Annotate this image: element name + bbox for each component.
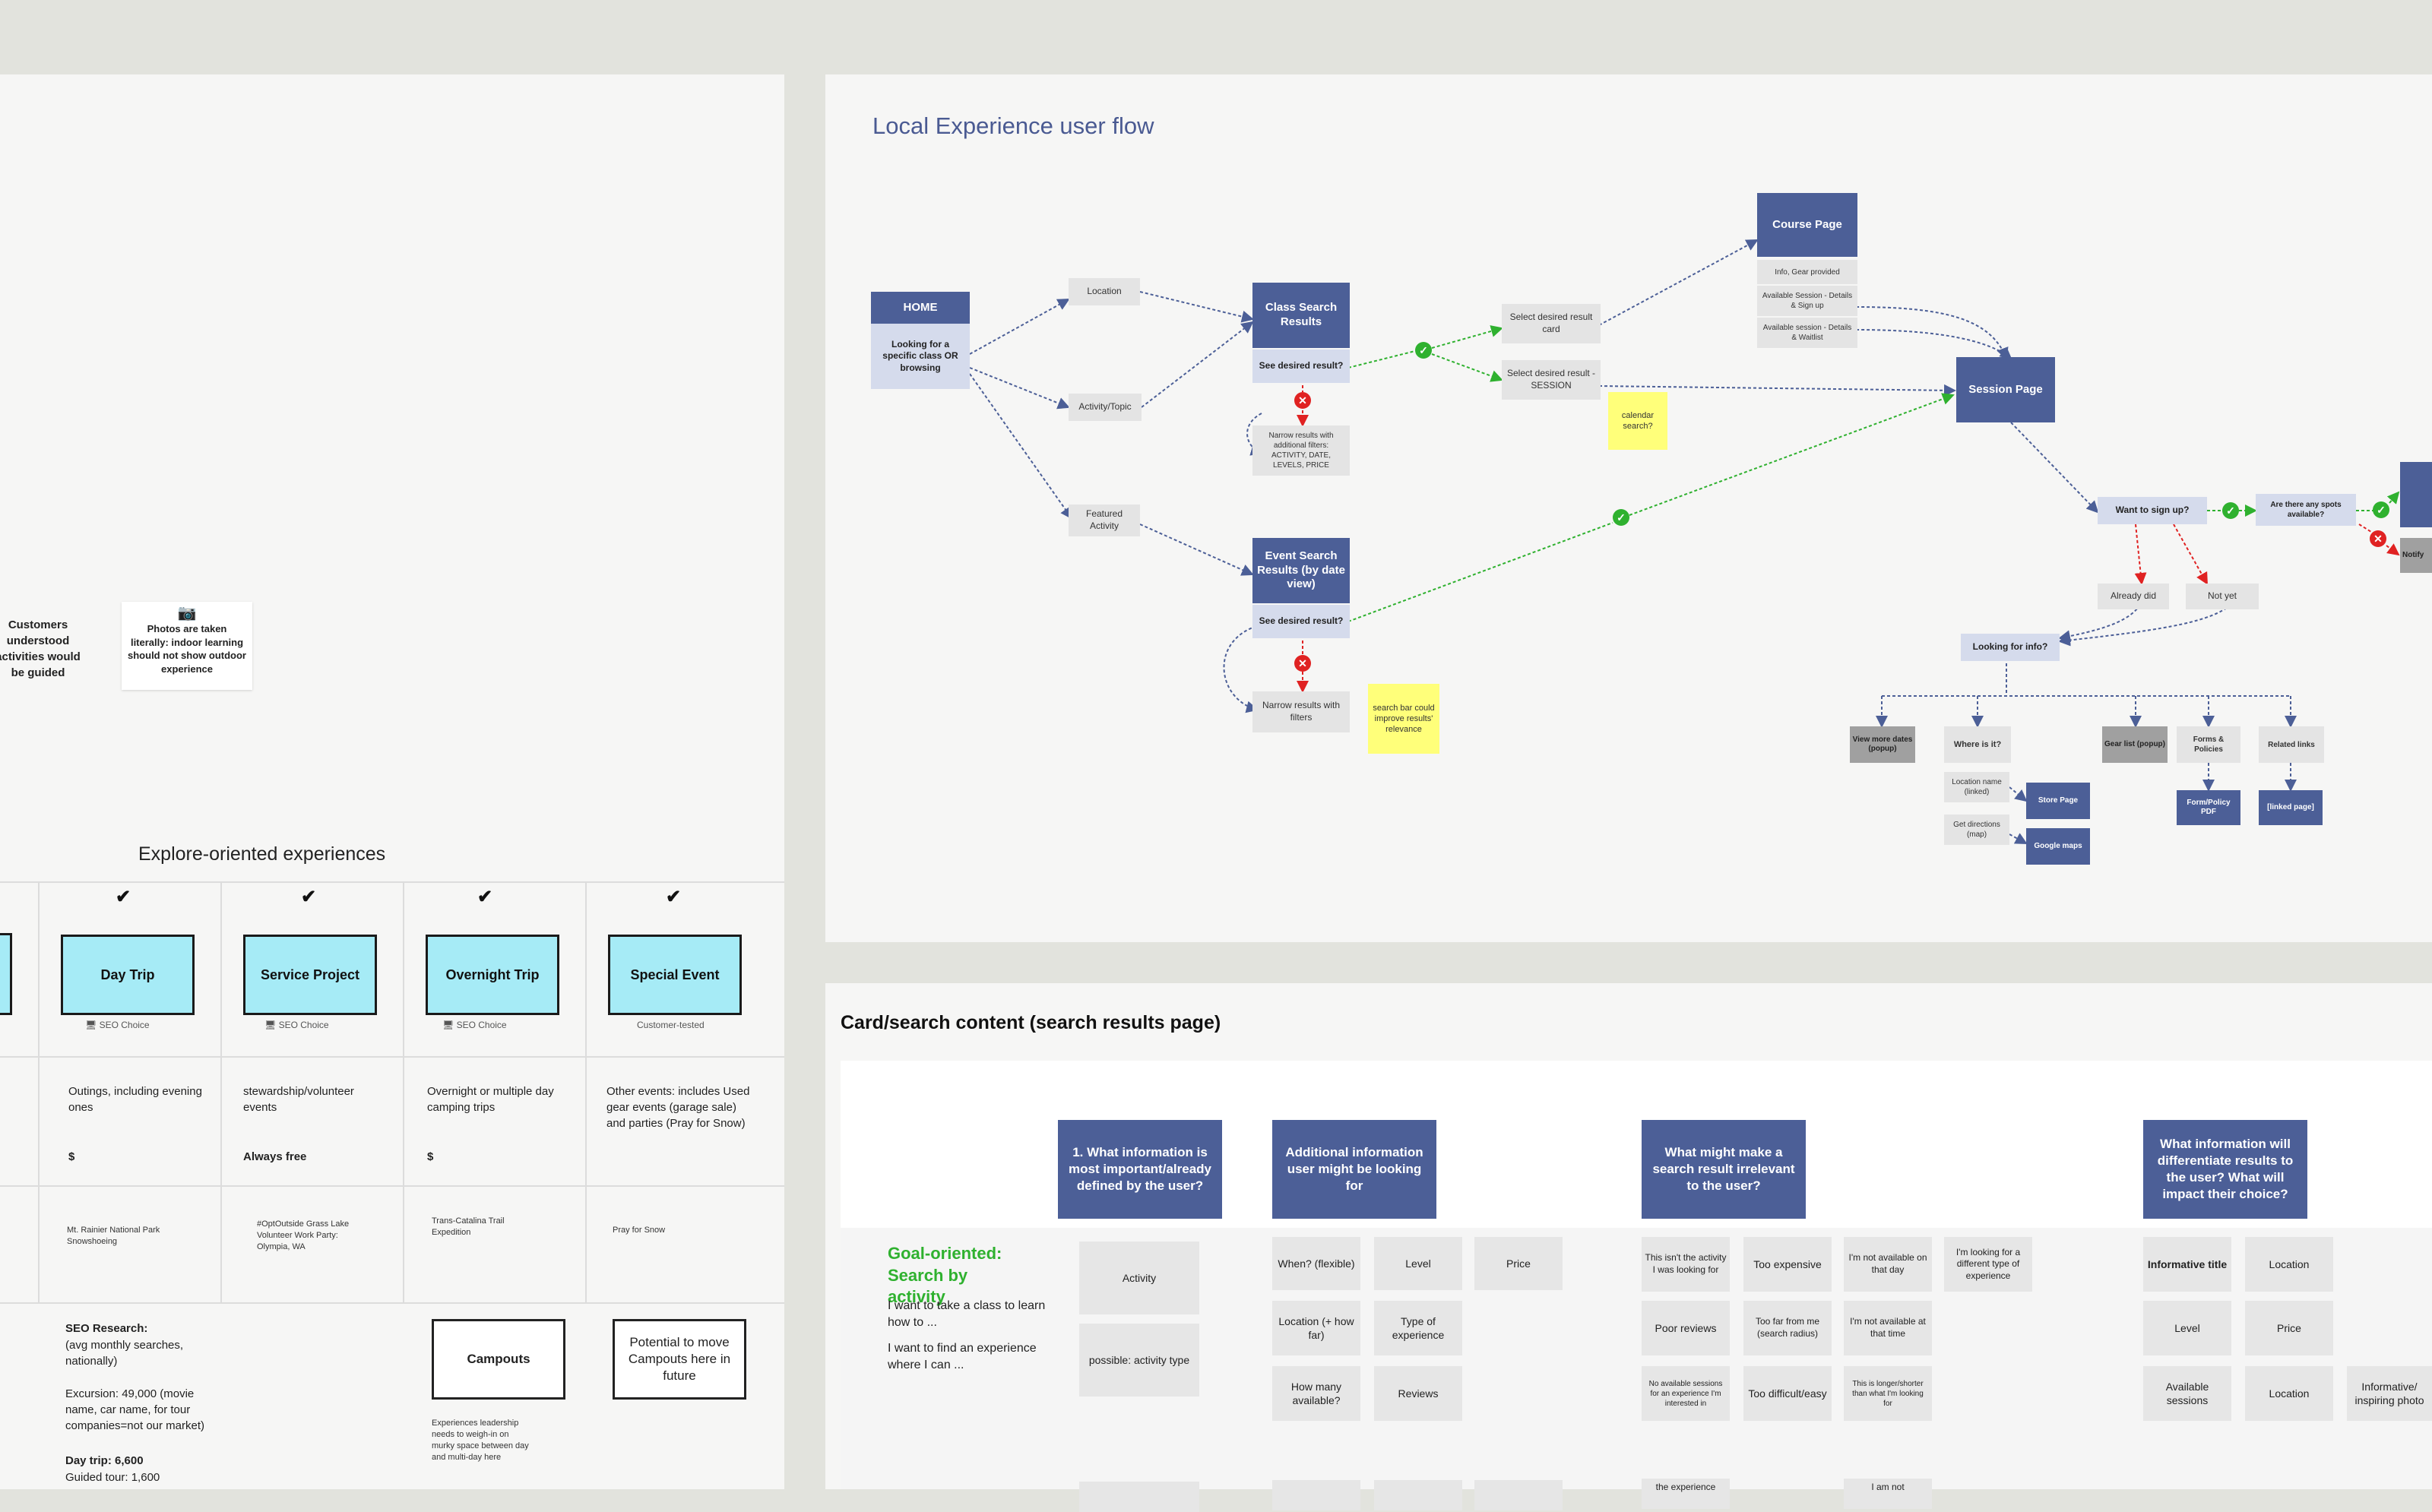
info-cell[interactable]: Activity (1079, 1242, 1199, 1314)
irrelevant-cell[interactable]: I'm not available on that day (1844, 1237, 1932, 1292)
header-col2: Additional information user might be loo… (1272, 1120, 1436, 1219)
differentiator-cell[interactable]: Informative title (2143, 1237, 2231, 1292)
differentiator-cell[interactable]: Location (2245, 1366, 2333, 1421)
course-item: Available session - Details & Waitlist (1757, 318, 1857, 348)
info-cell[interactable]: Type of experience (1374, 1301, 1462, 1355)
narrow-1-node[interactable]: Narrow results with additional filters: … (1252, 425, 1350, 476)
location-name-node[interactable]: Location name (linked) (1944, 772, 2009, 802)
narrow-2-node[interactable]: Narrow results with filters (1252, 691, 1350, 732)
irrelevant-cell[interactable]: This is longer/shorter than what I'm loo… (1844, 1366, 1932, 1421)
where-node[interactable]: Where is it? (1944, 726, 2011, 763)
yes-icon: ✓ (2222, 502, 2239, 519)
irrelevant-cell[interactable]: Too expensive (1743, 1237, 1832, 1292)
notify-node[interactable]: Notify (2400, 538, 2432, 573)
home-node[interactable]: HOME (871, 292, 970, 324)
location-node[interactable]: Location (1069, 278, 1140, 305)
reserve-node-partial[interactable] (2400, 462, 2432, 527)
info-cell[interactable]: possible: activity type (1079, 1324, 1199, 1397)
store-page-node[interactable]: Store Page (2026, 783, 2090, 819)
card-search-title: Card/search content (search results page… (841, 1012, 1221, 1033)
irrelevant-cell[interactable]: This isn't the activity I was looking fo… (1642, 1237, 1730, 1292)
related-node[interactable]: Related links (2259, 726, 2324, 763)
info-cell[interactable] (1374, 1480, 1462, 1510)
info-cell[interactable]: Level (1374, 1237, 1462, 1290)
directions-node[interactable]: Get directions (map) (1944, 815, 2009, 845)
irrelevant-cell[interactable]: the experience (1642, 1479, 1730, 1509)
info-cell[interactable]: Price (1474, 1237, 1563, 1290)
linked-page-node[interactable]: [linked page] (2259, 790, 2323, 825)
select-session-node[interactable]: Select desired result - SESSION (1502, 360, 1601, 400)
header-col1: 1. What information is most important/al… (1058, 1120, 1222, 1219)
course-item: Available Session - Details & Sign up (1757, 286, 1857, 316)
irrelevant-cell[interactable]: I'm looking for a different type of expe… (1944, 1237, 2032, 1292)
calendar-note: calendar search? (1608, 392, 1667, 450)
info-cell[interactable] (1474, 1480, 1563, 1510)
irrelevant-cell[interactable]: I am not (1844, 1479, 1932, 1509)
info-cell[interactable] (1079, 1482, 1199, 1512)
form-pdf-node[interactable]: Form/Policy PDF (2177, 790, 2240, 825)
irrelevant-cell[interactable]: No available sessions for an experience … (1642, 1366, 1730, 1421)
info-cell[interactable] (1272, 1480, 1360, 1510)
differentiator-cell[interactable]: Location (2245, 1237, 2333, 1292)
irrelevant-cell[interactable]: Too difficult/easy (1743, 1366, 1832, 1421)
info-cell[interactable]: How many available? (1272, 1366, 1360, 1421)
looking-info-node[interactable]: Looking for info? (1961, 634, 2060, 661)
differentiator-cell[interactable]: Available sessions (2143, 1366, 2231, 1421)
course-page-node[interactable]: Course Page (1757, 193, 1857, 257)
no-icon: ✕ (1294, 655, 1311, 672)
featured-node[interactable]: Featured Activity (1069, 505, 1140, 536)
gear-list-node[interactable]: Gear list (popup) (2102, 726, 2168, 763)
yes-icon: ✓ (2373, 501, 2389, 518)
differentiator-cell[interactable]: Informative/ inspiring photo (2347, 1366, 2432, 1421)
info-cell[interactable]: Reviews (1374, 1366, 1462, 1421)
goal-statement: I want to find an experience where I can… (888, 1342, 1037, 1372)
irrelevant-cell[interactable]: Poor reviews (1642, 1301, 1730, 1355)
see-desired-2[interactable]: See desired result? (1252, 605, 1350, 638)
goal-statement: I want to take a class to learn how to .… (888, 1299, 1046, 1330)
session-page-node[interactable]: Session Page (1956, 357, 2055, 422)
home-desc: Looking for a specific class OR browsing (871, 324, 970, 389)
header-col4: What information will differentiate resu… (2143, 1120, 2307, 1219)
info-cell[interactable]: When? (flexible) (1272, 1237, 1360, 1290)
yes-icon: ✓ (1613, 509, 1629, 526)
want-signup-node[interactable]: Want to sign up? (2098, 497, 2207, 524)
class-results-node[interactable]: Class Search Results (1252, 283, 1350, 348)
spots-node[interactable]: Are there any spots available? (2256, 494, 2356, 526)
differentiator-cell[interactable]: Price (2245, 1301, 2333, 1355)
search-note: search bar could improve results' releva… (1368, 684, 1439, 754)
forms-node[interactable]: Forms & Policies (2177, 726, 2240, 763)
yes-icon: ✓ (1415, 342, 1432, 359)
already-did-node[interactable]: Already did (2098, 584, 2169, 609)
no-icon: ✕ (1294, 392, 1311, 409)
see-desired-1[interactable]: See desired result? (1252, 350, 1350, 383)
irrelevant-cell[interactable]: I'm not available at that time (1844, 1301, 1932, 1355)
irrelevant-cell[interactable]: Too far from me (search radius) (1743, 1301, 1832, 1355)
view-more-node[interactable]: View more dates (popup) (1850, 726, 1915, 763)
activity-topic-node[interactable]: Activity/Topic (1069, 394, 1142, 421)
course-item: Info, Gear provided (1757, 260, 1857, 284)
not-yet-node[interactable]: Not yet (2186, 584, 2259, 609)
info-cell[interactable]: Location (+ how far) (1272, 1301, 1360, 1355)
differentiator-cell[interactable]: Level (2143, 1301, 2231, 1355)
event-results-node[interactable]: Event Search Results (by date view) (1252, 538, 1350, 603)
no-icon: ✕ (2370, 530, 2386, 547)
google-maps-node[interactable]: Google maps (2026, 828, 2090, 865)
header-col3: What might make a search result irreleva… (1642, 1120, 1806, 1219)
select-card-node[interactable]: Select desired result card (1502, 304, 1601, 343)
